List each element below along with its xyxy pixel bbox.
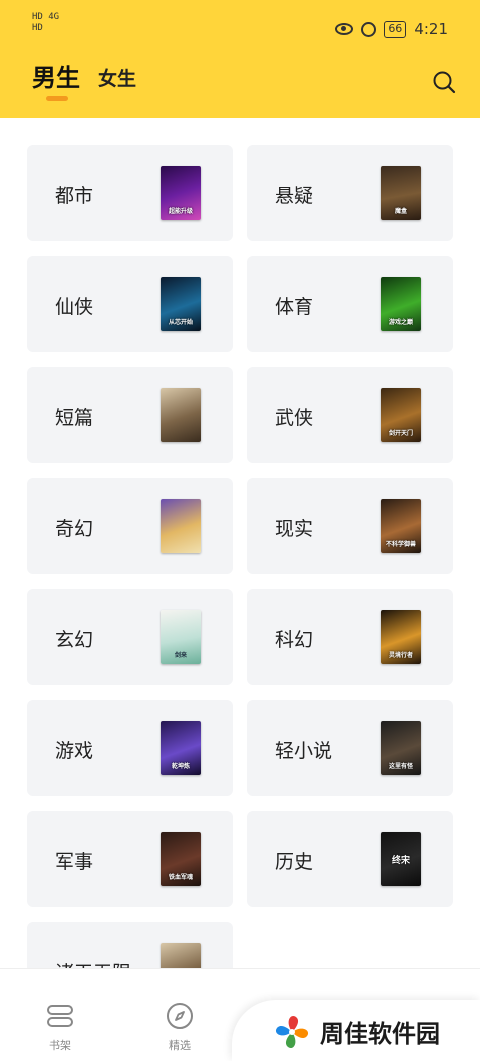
category-card-youxi[interactable]: 游戏 乾坤炼 [27,700,233,796]
cover-title: 剑来 [174,652,187,659]
book-cover: 铁血军魂 [161,832,201,886]
tab-male[interactable]: 男生 [32,58,80,93]
category-label: 历史 [275,851,314,873]
compass-icon [167,1003,193,1029]
category-label: 悬疑 [275,185,314,207]
book-cover [161,943,201,968]
category-label: 仙侠 [55,296,94,318]
nav-label: 精选 [169,1039,191,1052]
category-label: 游戏 [55,740,94,762]
category-label: 奇幻 [55,518,94,540]
category-card-zhutianwuxian[interactable]: 诸天无限 [27,922,233,968]
book-cover: 游戏之巅 [381,277,421,331]
cover-title: 剑开天门 [388,430,413,437]
signal-indicators: HD 4G HD [32,12,59,34]
nav-bookshelf[interactable]: 书架 [0,969,120,1061]
bookshelf-icon [47,1005,73,1027]
nav-featured[interactable]: 精选 [120,969,240,1061]
battery-level: 66 [384,20,407,38]
cover-title: 超能升级 [168,208,193,215]
book-cover: 从芯开始 [161,277,201,331]
watermark-text: 周佳软件园 [320,1020,440,1048]
category-card-duanpian[interactable]: 短篇 [27,367,233,463]
search-icon[interactable] [432,70,456,94]
category-label: 军事 [55,851,94,873]
category-label: 现实 [275,518,314,540]
status-right: 66 4:21 [335,20,448,38]
signal-line-1: HD 4G [32,12,60,22]
category-label: 科幻 [275,629,314,651]
clock-time: 4:21 [414,20,448,38]
category-card-lishi[interactable]: 历史 终宋 [247,811,453,907]
active-tab-indicator [46,96,68,101]
category-card-qingxiaoshuo[interactable]: 轻小说 这里有怪 [247,700,453,796]
category-label: 都市 [55,185,94,207]
category-card-xuanyi[interactable]: 悬疑 魔盒 [247,145,453,241]
category-card-wuxia[interactable]: 武侠 剑开天门 [247,367,453,463]
category-card-qihuan[interactable]: 奇幻 [27,478,233,574]
book-cover: 终宋 [381,832,421,886]
book-cover: 灵境行者 [381,610,421,664]
category-card-dushi[interactable]: 都市 超能升级 [27,145,233,241]
category-card-kehuan[interactable]: 科幻 灵境行者 [247,589,453,685]
category-label: 轻小说 [275,740,333,762]
book-cover: 超能升级 [161,166,201,220]
category-card-xuanhuan[interactable]: 玄幻 剑来 [27,589,233,685]
cover-title: 这里有怪 [388,763,413,770]
category-label: 玄幻 [55,629,94,651]
cover-title: 魔盒 [394,208,407,215]
category-card-xianxia[interactable]: 仙侠 从芯开始 [27,256,233,352]
alarm-icon [361,21,377,37]
gender-tabs: 男生 女生 [32,58,136,93]
eye-comfort-icon [335,23,354,35]
book-cover [161,388,201,442]
book-cover: 乾坤炼 [161,721,201,775]
category-grid: 都市 超能升级 悬疑 魔盒 仙侠 从芯开始 体育 游戏之巅 短篇 武侠 剑开天门 [0,118,480,968]
book-cover: 魔盒 [381,166,421,220]
cover-title: 铁血军魂 [168,874,193,881]
tab-female[interactable]: 女生 [98,64,136,93]
pinwheel-logo-icon [275,1015,309,1049]
book-cover [161,499,201,553]
top-header: HD 4G HD 66 4:21 男生 女生 [0,0,480,118]
category-label: 短篇 [55,407,94,429]
cover-title: 游戏之巅 [388,319,413,326]
watermark-badge: 周佳软件园 [232,1000,480,1061]
signal-line-2: HD [32,23,43,33]
category-card-xianshi[interactable]: 现实 不科学御兽 [247,478,453,574]
category-label: 诸天无限 [55,958,131,968]
category-card-tiyu[interactable]: 体育 游戏之巅 [247,256,453,352]
cover-title: 乾坤炼 [171,763,190,770]
cover-title: 从芯开始 [168,319,193,326]
book-cover: 不科学御兽 [381,499,421,553]
category-label: 武侠 [275,407,314,429]
category-card-junshi[interactable]: 军事 铁血军魂 [27,811,233,907]
status-bar: HD 4G HD 66 4:21 [0,0,480,44]
cover-title: 终宋 [391,856,410,866]
book-cover: 剑开天门 [381,388,421,442]
category-label: 体育 [275,296,314,318]
cover-title: 不科学御兽 [385,541,416,548]
book-cover: 这里有怪 [381,721,421,775]
book-cover: 剑来 [161,610,201,664]
nav-label: 书架 [49,1039,71,1052]
cover-title: 灵境行者 [388,652,413,659]
